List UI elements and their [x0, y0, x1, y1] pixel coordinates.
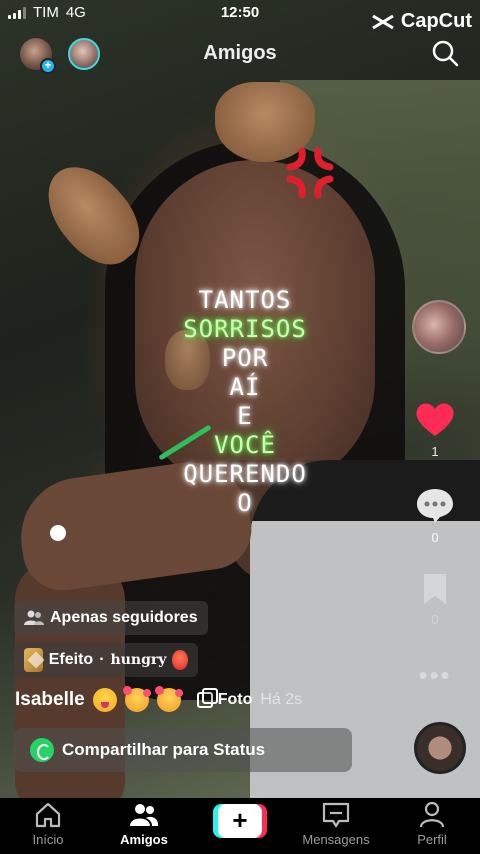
- nav-home-label: Início: [32, 832, 64, 847]
- overlay-line: SORRISOS: [183, 315, 307, 343]
- overlay-line: AÍ: [229, 373, 261, 401]
- comment-count: 0: [431, 530, 439, 545]
- photo-type-chip: Foto: [196, 688, 253, 709]
- heart-icon: [416, 403, 454, 436]
- top-bar: + Amigos: [0, 30, 480, 76]
- comment-button[interactable]: 0: [390, 486, 480, 545]
- save-count: 0: [431, 612, 439, 627]
- profile-icon: [419, 801, 445, 828]
- bottom-nav: Início Amigos + Mensagens Perfil: [0, 798, 480, 854]
- effect-thumbnail: [24, 648, 43, 672]
- username[interactable]: Isabelle: [15, 689, 85, 711]
- overlay-line: QUERENDO: [183, 460, 307, 488]
- overlay-line: POR: [221, 344, 269, 372]
- status-bar: TIM 4G 12:50 CapCut: [0, 0, 480, 32]
- music-disc[interactable]: [414, 722, 466, 774]
- home-icon: [35, 802, 61, 828]
- effect-label: Efeito: [48, 651, 94, 668]
- share-status-label: Compartilhar para Status: [62, 740, 266, 759]
- overlay-line: VOCÊ: [214, 431, 276, 459]
- photo-type-label: Foto: [217, 691, 253, 708]
- post-author-line: Isabelle Foto Há 2s: [15, 686, 303, 712]
- effect-separator: ·: [99, 651, 105, 668]
- nav-friends-label: Amigos: [120, 832, 168, 847]
- comment-icon: [417, 489, 453, 523]
- photo-stack-icon: [196, 688, 218, 708]
- hearts-emoji-icon: [122, 686, 151, 712]
- like-button[interactable]: 1: [390, 400, 480, 459]
- creator-avatar[interactable]: [412, 300, 466, 354]
- friends-icon: [130, 804, 159, 826]
- people-icon: [24, 610, 44, 625]
- audience-label: Apenas seguidores: [50, 609, 198, 626]
- like-count: 1: [431, 444, 439, 459]
- hearts-emoji-icon: [154, 686, 183, 712]
- nav-home[interactable]: Início: [0, 798, 96, 847]
- search-icon[interactable]: [430, 38, 460, 68]
- page-title: Amigos: [203, 42, 277, 64]
- save-button[interactable]: 0: [390, 572, 480, 627]
- nav-messages[interactable]: Mensagens: [288, 798, 384, 847]
- caption-overlay: TANTOS SORRISOS POR AÍ E VOCÊ QUERENDO O: [150, 286, 340, 518]
- nav-friends[interactable]: Amigos: [96, 798, 192, 847]
- nav-messages-label: Mensagens: [302, 832, 370, 847]
- capcut-logo-icon: [372, 14, 394, 29]
- audience-chip: Apenas seguidores: [14, 601, 208, 635]
- create-post-button[interactable]: +: [213, 804, 267, 838]
- share-to-status-button[interactable]: Compartilhar para Status: [14, 728, 352, 772]
- nav-profile[interactable]: Perfil: [384, 798, 480, 847]
- tongue-emoji-icon: [92, 688, 117, 712]
- whatsapp-icon: [30, 738, 54, 762]
- more-options-icon[interactable]: •••: [390, 660, 480, 691]
- nav-profile-label: Perfil: [417, 832, 447, 847]
- overlay-line: E: [237, 402, 253, 430]
- white-dot: [50, 525, 66, 541]
- inbox-icon: [322, 802, 350, 828]
- time-ago: Há 2s: [260, 691, 303, 708]
- effect-chip[interactable]: Efeito · hungry: [14, 643, 198, 677]
- angry-face-icon: [172, 650, 188, 670]
- overlay-line: O: [237, 489, 253, 517]
- bookmark-icon: [424, 574, 446, 604]
- effect-name: hungry: [110, 652, 167, 668]
- anger-symbol-icon: [286, 147, 334, 199]
- plus-icon: +: [218, 804, 262, 838]
- overlay-line: TANTOS: [198, 286, 292, 314]
